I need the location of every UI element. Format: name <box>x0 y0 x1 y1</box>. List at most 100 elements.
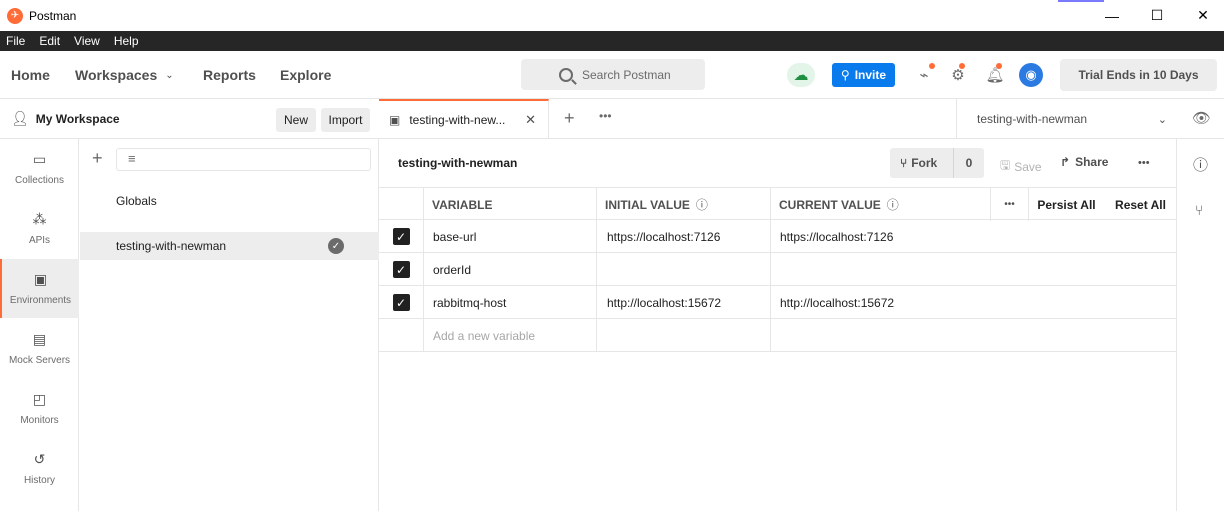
fork-panel-icon[interactable]: ⑂ <box>1195 202 1203 218</box>
tab-testing-with-newman[interactable]: ▣ testing-with-new... ✕ <box>379 99 549 139</box>
fork-button[interactable]: ⑂ Fork 0 <box>890 148 984 178</box>
cell-variable[interactable]: base-url <box>424 220 597 253</box>
save-icon: 🖫︎ <box>1000 158 1011 172</box>
sidebar-item-label: Mock Servers <box>8 354 71 366</box>
cell-current-value[interactable] <box>771 319 1177 352</box>
fork-count: 0 <box>953 148 984 178</box>
nav-reports[interactable]: Reports <box>203 51 256 99</box>
row-checkbox-empty <box>379 319 424 352</box>
workspace-title[interactable]: My Workspace <box>36 112 120 126</box>
info-panel-icon[interactable]: ⓘ <box>1193 154 1208 175</box>
chevron-down-icon: ⌄ <box>1157 113 1167 126</box>
table-row: ✓ rabbitmq-host http://localhost:15672 h… <box>379 286 1177 319</box>
filter-icon: ≡ <box>128 151 136 166</box>
new-tab-icon[interactable]: + <box>564 108 575 129</box>
nav-workspaces[interactable]: Workspaces ⌄ <box>75 51 174 99</box>
row-checkbox[interactable]: ✓ <box>379 220 424 253</box>
env-item-globals[interactable]: Globals <box>80 187 379 215</box>
invite-button[interactable]: ⚲ Invite <box>832 63 895 87</box>
info-icon[interactable]: ⓘ <box>696 196 708 213</box>
header-initial-label: INITIAL VALUE <box>605 197 690 212</box>
cell-variable[interactable]: rabbitmq-host <box>424 286 597 319</box>
menu-help[interactable]: Help <box>114 34 139 48</box>
menu-view[interactable]: View <box>74 34 100 48</box>
save-label: Save <box>1014 159 1042 174</box>
sidebar-rail: ▭ Collections ⁂ APIs ▣ Environments ▤ Mo… <box>0 139 79 511</box>
trial-button[interactable]: Trial Ends in 10 Days <box>1060 59 1217 91</box>
row-checkbox[interactable]: ✓ <box>379 286 424 319</box>
user-icon: 👤︎ <box>11 110 29 126</box>
environment-selector[interactable]: testing-with-newman ⌄ <box>956 99 1180 139</box>
cell-initial-value[interactable] <box>597 253 771 286</box>
add-environment-icon[interactable]: + <box>92 148 103 169</box>
collections-icon: ▭ <box>32 151 47 167</box>
bell-dot <box>996 63 1002 69</box>
nav-workspaces-label: Workspaces <box>75 67 158 83</box>
menu-edit[interactable]: Edit <box>39 34 60 48</box>
row-checkbox[interactable]: ✓ <box>379 253 424 286</box>
add-variable-input[interactable]: Add a new variable <box>424 319 597 352</box>
menu-file[interactable]: File <box>6 34 25 48</box>
save-button[interactable]: 🖫︎ Save <box>1000 156 1042 177</box>
filter-input[interactable]: ≡ <box>116 148 371 171</box>
share-button[interactable]: ↱ Share <box>1060 155 1108 169</box>
postman-logo-icon: ✈ <box>7 7 23 24</box>
cell-variable[interactable]: orderId <box>424 253 597 286</box>
share-icon: ↱ <box>1060 155 1071 169</box>
eye-icon[interactable]: 👁︎ <box>1192 109 1211 127</box>
top-header: Home Workspaces ⌄ Reports Explore Search… <box>0 51 1224 99</box>
environment-tab-icon: ▣ <box>389 113 401 127</box>
reset-all-button[interactable]: Reset All <box>1104 188 1177 221</box>
sidebar-item-environments[interactable]: ▣ Environments <box>0 259 79 318</box>
history-icon: ↺ <box>33 451 46 467</box>
env-item-testing-with-newman[interactable]: testing-with-newman ✓ <box>80 232 379 260</box>
fork-label: Fork <box>911 156 938 170</box>
sidebar-item-mock-servers[interactable]: ▤ Mock Servers <box>0 319 79 378</box>
close-window-icon[interactable]: ✕ <box>1180 0 1224 31</box>
tab-label: testing-with-new... <box>409 113 506 127</box>
header-variable: VARIABLE <box>424 188 597 221</box>
search-placeholder: Search Postman <box>582 67 671 82</box>
sidebar-item-monitors[interactable]: ◰ Monitors <box>0 379 79 438</box>
table-header-check <box>379 188 424 221</box>
import-button[interactable]: Import <box>321 108 370 132</box>
nav-home[interactable]: Home <box>11 51 50 99</box>
add-user-icon: ⚲ <box>840 68 850 82</box>
table-header-row: VARIABLE INITIAL VALUE ⓘ CURRENT VALUE ⓘ… <box>379 187 1177 221</box>
cell-current-value[interactable] <box>771 253 1177 286</box>
sidebar-item-apis[interactable]: ⁂ APIs <box>0 199 79 258</box>
cloud-sync-icon[interactable]: ☁ <box>787 63 815 87</box>
sidebar-item-label: Environments <box>9 294 72 306</box>
cell-initial-value[interactable]: https://localhost:7126 <box>597 220 771 253</box>
persist-all-button[interactable]: Persist All <box>1029 188 1104 221</box>
gear-icon[interactable]: ⚙ <box>948 65 968 85</box>
server-icon: ▤ <box>32 331 47 347</box>
env-item-label: Globals <box>116 194 157 208</box>
new-button[interactable]: New <box>276 108 316 132</box>
cell-current-value[interactable]: http://localhost:15672 <box>771 286 1177 319</box>
more-tabs-icon[interactable]: ••• <box>599 109 612 123</box>
table-row: ✓ base-url https://localhost:7126 https:… <box>379 220 1177 253</box>
nav-explore[interactable]: Explore <box>280 51 331 99</box>
minimize-icon[interactable]: — <box>1089 0 1135 31</box>
sidebar-item-label: Monitors <box>20 414 59 426</box>
cell-initial-value[interactable] <box>597 319 771 352</box>
cell-initial-value[interactable]: http://localhost:15672 <box>597 286 771 319</box>
info-icon[interactable]: ⓘ <box>887 196 899 213</box>
environment-list-pane: + ≡ Globals testing-with-newman ✓ <box>80 139 379 511</box>
table-more-icon[interactable]: ••• <box>991 188 1029 221</box>
header-current-label: CURRENT VALUE <box>779 197 881 212</box>
right-sidebar: ⓘ ⑂ <box>1177 139 1224 511</box>
bell-icon[interactable]: 🔔︎ <box>985 65 1005 85</box>
close-tab-icon[interactable]: ✕ <box>525 112 536 128</box>
search-icon <box>559 67 573 82</box>
environment-editor: testing-with-newman ⑂ Fork 0 🖫︎ Save ↱ S… <box>379 139 1177 511</box>
search-bar[interactable]: Search Postman <box>521 59 705 90</box>
maximize-icon[interactable]: ☐ <box>1134 0 1180 31</box>
avatar[interactable]: ◉ <box>1019 63 1043 87</box>
sidebar-item-history[interactable]: ↺ History <box>0 439 79 498</box>
more-options-icon[interactable]: ••• <box>1138 157 1150 169</box>
cell-current-value[interactable]: https://localhost:7126 <box>771 220 1177 253</box>
active-check-icon[interactable]: ✓ <box>328 238 344 254</box>
sidebar-item-collections[interactable]: ▭ Collections <box>0 139 79 198</box>
